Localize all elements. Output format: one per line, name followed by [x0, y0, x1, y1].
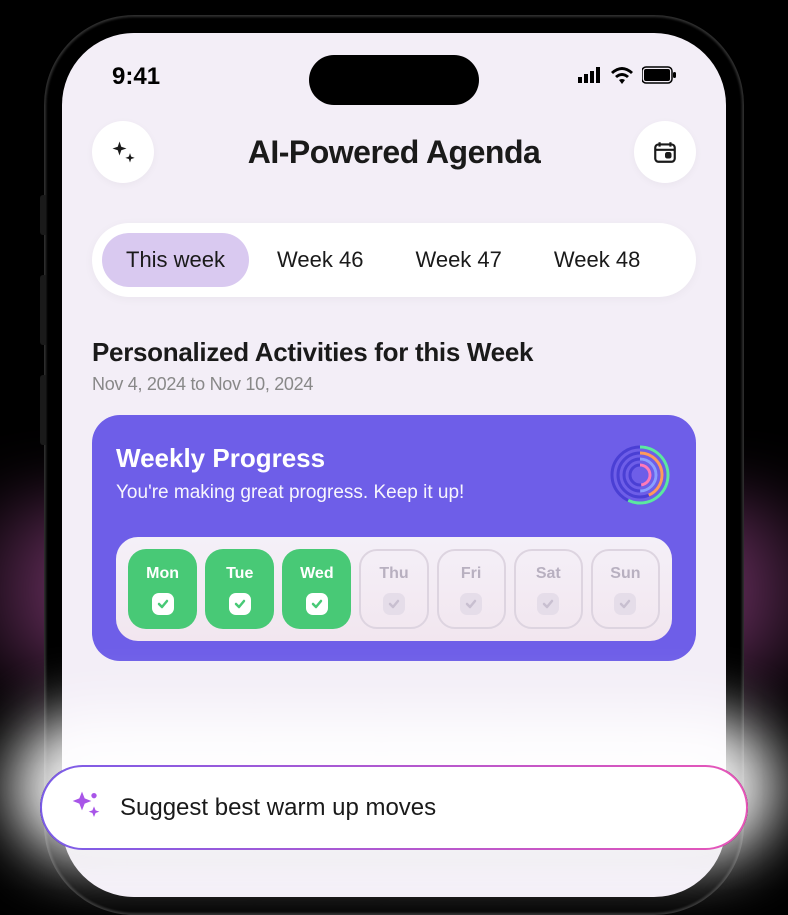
check-icon: [306, 593, 328, 615]
tab-week-47[interactable]: Week 47: [391, 233, 525, 287]
check-icon: [152, 593, 174, 615]
cellular-signal-icon: [578, 63, 602, 91]
sparkles-icon: [70, 789, 102, 826]
days-row: Mon Tue Wed: [116, 537, 672, 641]
day-wed[interactable]: Wed: [282, 549, 351, 629]
activities-section: Personalized Activities for this Week No…: [62, 317, 726, 395]
day-label: Sun: [610, 565, 640, 583]
tab-week-48[interactable]: Week 48: [530, 233, 664, 287]
day-thu[interactable]: Thu: [359, 549, 428, 629]
day-label: Fri: [461, 565, 481, 583]
week-tabs: This week Week 46 Week 47 Week 48: [92, 223, 696, 297]
volume-down-button: [40, 375, 46, 445]
volume-up-button: [40, 275, 46, 345]
day-sat[interactable]: Sat: [514, 549, 583, 629]
suggest-text: Suggest best warm up moves: [120, 794, 436, 822]
day-label: Sat: [536, 565, 561, 583]
weekly-progress-card: Weekly Progress You're making great prog…: [92, 415, 696, 661]
page-title: AI-Powered Agenda: [248, 134, 541, 171]
day-label: Wed: [300, 565, 333, 583]
battery-icon: [642, 63, 676, 91]
section-title: Personalized Activities for this Week: [92, 337, 696, 368]
check-icon: [383, 593, 405, 615]
status-time: 9:41: [112, 63, 160, 91]
calendar-button[interactable]: [634, 121, 696, 183]
day-label: Tue: [226, 565, 253, 583]
tab-week-46[interactable]: Week 46: [253, 233, 387, 287]
day-fri[interactable]: Fri: [437, 549, 506, 629]
progress-ring-icon: [608, 443, 672, 507]
day-mon[interactable]: Mon: [128, 549, 197, 629]
day-sun[interactable]: Sun: [591, 549, 660, 629]
day-tue[interactable]: Tue: [205, 549, 274, 629]
suggest-bar[interactable]: Suggest best warm up moves: [40, 765, 748, 850]
tab-this-week[interactable]: This week: [102, 233, 249, 287]
check-icon: [229, 593, 251, 615]
check-icon: [614, 593, 636, 615]
check-icon: [537, 593, 559, 615]
day-label: Thu: [379, 565, 408, 583]
section-subtitle: Nov 4, 2024 to Nov 10, 2024: [92, 374, 696, 395]
wifi-icon: [610, 63, 634, 91]
mute-switch: [40, 195, 46, 235]
day-label: Mon: [146, 565, 179, 583]
ai-sparkles-button[interactable]: [92, 121, 154, 183]
progress-title: Weekly Progress: [116, 443, 464, 474]
dynamic-island: [309, 55, 479, 105]
progress-subtitle: You're making great progress. Keep it up…: [116, 482, 464, 504]
header: AI-Powered Agenda: [62, 101, 726, 203]
check-icon: [460, 593, 482, 615]
